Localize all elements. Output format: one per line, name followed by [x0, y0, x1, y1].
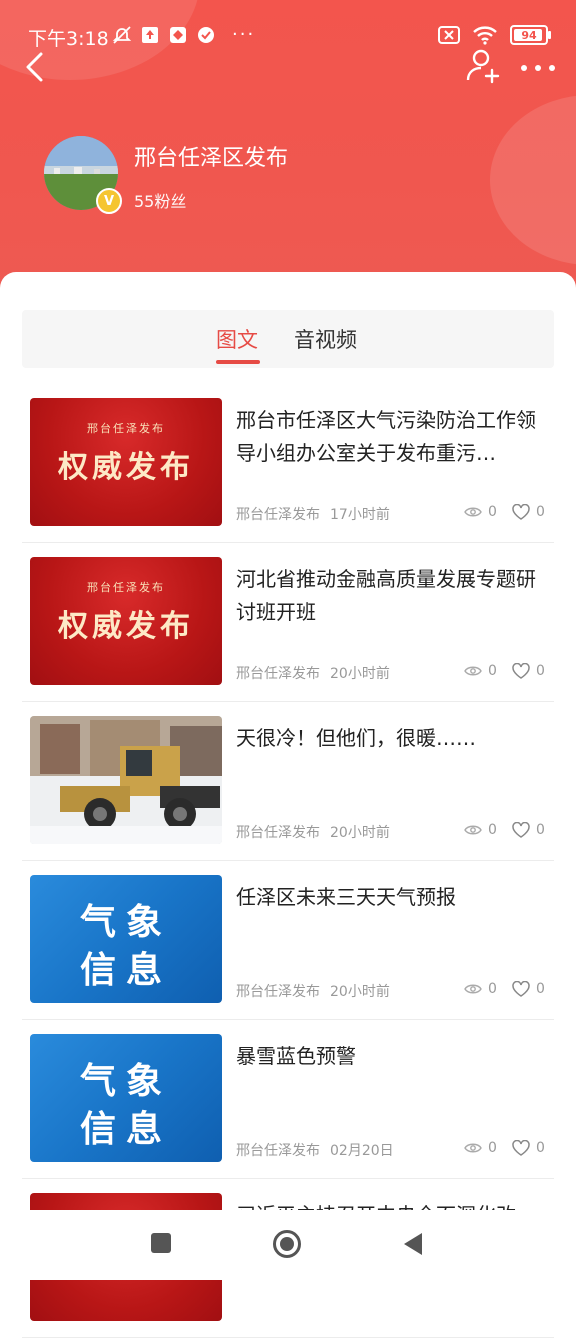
heart-icon	[512, 504, 530, 520]
check-circle-icon	[198, 26, 214, 43]
article-meta: 邢台任泽发布 20小时前	[236, 822, 390, 842]
article-source: 邢台任泽发布	[236, 825, 320, 841]
article-source: 邢台任泽发布	[236, 984, 320, 1000]
like-count[interactable]: 0	[512, 663, 545, 679]
no-sim-icon	[438, 26, 460, 44]
heart-icon	[512, 822, 530, 838]
eye-icon	[464, 507, 482, 517]
view-count: 0	[464, 504, 497, 520]
status-more-dots: ···	[232, 24, 256, 45]
article-source: 邢台任泽发布	[236, 666, 320, 682]
app-icon	[170, 26, 186, 43]
like-count-value: 0	[536, 1140, 545, 1156]
thumbnail-headline: 权威发布	[58, 450, 194, 485]
status-time: 下午3:18	[28, 28, 109, 50]
thumbnail-headline-line2: 信息	[79, 1109, 172, 1150]
thumbnail-headline-line1: 气象	[79, 902, 172, 943]
view-count: 0	[464, 981, 497, 997]
home-circle-icon[interactable]	[272, 1229, 302, 1259]
article-thumbnail: 气象 信息	[30, 1034, 222, 1162]
profile-name: 邢台任泽区发布	[134, 146, 289, 171]
system-nav-bar	[0, 1210, 576, 1280]
like-count[interactable]: 0	[512, 822, 545, 838]
verified-badge-icon: V	[96, 188, 122, 214]
battery-icon: 94	[510, 25, 551, 45]
heart-icon	[512, 663, 530, 679]
eye-icon	[464, 666, 482, 676]
profile-header: 下午3:18 ··· 94 V 邢台任泽区发布 55粉丝	[0, 0, 576, 300]
article-list: 邢台任泽发布 权威发布 邢台市任泽区大气污染防治工作领导小组办公室关于发布重污……	[22, 384, 554, 1338]
content-panel: 图文 音视频 邢台任泽发布 权威发布 邢台市任泽区大气污染防治工作领导小组办公室…	[0, 272, 576, 1338]
article-thumbnail: 气象 信息	[30, 875, 222, 1003]
status-notification-icons: ···	[112, 24, 255, 45]
view-count: 0	[464, 822, 497, 838]
wifi-icon	[473, 26, 497, 45]
more-dots-icon[interactable]	[518, 58, 558, 78]
heart-icon	[512, 981, 530, 997]
article-time: 20小时前	[330, 984, 390, 1000]
list-item[interactable]: 邢台任泽发布 权威发布 河北省推动金融高质量发展专题研讨班开班 邢台任泽发布 20…	[22, 543, 554, 702]
list-item[interactable]: 邢台任泽发布 权威发布 邢台市任泽区大气污染防治工作领导小组办公室关于发布重污……	[22, 384, 554, 543]
article-title: 河北省推动金融高质量发展专题研讨班开班	[236, 567, 536, 624]
followers-count[interactable]: 55粉丝	[134, 188, 186, 212]
tab-active-indicator	[216, 360, 260, 364]
article-title: 任泽区未来三天天气预报	[236, 885, 456, 909]
view-count: 0	[464, 663, 497, 679]
recents-square-icon[interactable]	[150, 1232, 172, 1254]
like-count[interactable]: 0	[512, 981, 545, 997]
article-time: 02月20日	[330, 1143, 394, 1159]
article-title: 暴雪蓝色预警	[236, 1044, 356, 1068]
list-item[interactable]: 天很冷！但他们，很暖…… 邢台任泽发布 20小时前 0 0	[22, 702, 554, 861]
eye-icon	[464, 1143, 482, 1153]
article-thumbnail: 邢台任泽发布 权威发布	[30, 557, 222, 685]
thumbnail-caption: 邢台任泽发布	[87, 422, 165, 435]
decor-blob	[490, 95, 576, 265]
eye-icon	[464, 984, 482, 994]
back-chevron-icon[interactable]	[20, 50, 50, 84]
upload-icon	[142, 26, 158, 43]
view-count-value: 0	[488, 822, 497, 838]
article-title: 天很冷！但他们，很暖……	[236, 726, 476, 750]
thumbnail-headline-line2: 信息	[79, 950, 172, 991]
like-count-value: 0	[536, 663, 545, 679]
view-count-value: 0	[488, 663, 497, 679]
thumbnail-headline: 权威发布	[58, 609, 194, 644]
article-meta: 邢台任泽发布 02月20日	[236, 1140, 394, 1160]
article-meta: 邢台任泽发布 20小时前	[236, 663, 390, 683]
article-thumbnail	[30, 716, 222, 844]
like-count[interactable]: 0	[512, 1140, 545, 1156]
thumbnail-caption: 邢台任泽发布	[87, 581, 165, 594]
heart-icon	[512, 1140, 530, 1156]
article-meta: 邢台任泽发布 17小时前	[236, 504, 390, 524]
article-time: 20小时前	[330, 666, 390, 682]
snow-loader-photo	[30, 716, 222, 844]
view-count: 0	[464, 1140, 497, 1156]
list-item[interactable]: 气象 信息 任泽区未来三天天气预报 邢台任泽发布 20小时前 0 0	[22, 861, 554, 1020]
article-time: 17小时前	[330, 507, 390, 523]
article-source: 邢台任泽发布	[236, 507, 320, 523]
thumbnail-headline-line1: 气象	[79, 1061, 172, 1102]
article-meta: 邢台任泽发布 20小时前	[236, 981, 390, 1001]
like-count-value: 0	[536, 981, 545, 997]
tab-articles[interactable]: 图文	[216, 324, 258, 354]
article-time: 20小时前	[330, 825, 390, 841]
mute-icon	[112, 25, 132, 44]
user-plus-icon[interactable]	[464, 48, 502, 84]
like-count-value: 0	[536, 822, 545, 838]
view-count-value: 0	[488, 981, 497, 997]
view-count-value: 0	[488, 1140, 497, 1156]
article-source: 邢台任泽发布	[236, 1143, 320, 1159]
status-system-icons: 94	[438, 25, 551, 45]
like-count-value: 0	[536, 504, 545, 520]
battery-level: 94	[521, 28, 537, 42]
list-item[interactable]: 气象 信息 暴雪蓝色预警 邢台任泽发布 02月20日 0 0	[22, 1020, 554, 1179]
tab-media[interactable]: 音视频	[294, 324, 357, 354]
tab-bar: 图文 音视频	[22, 310, 554, 368]
article-title: 邢台市任泽区大气污染防治工作领导小组办公室关于发布重污…	[236, 408, 536, 465]
back-triangle-icon[interactable]	[402, 1232, 424, 1256]
article-thumbnail: 邢台任泽发布 权威发布	[30, 398, 222, 526]
view-count-value: 0	[488, 504, 497, 520]
like-count[interactable]: 0	[512, 504, 545, 520]
eye-icon	[464, 825, 482, 835]
